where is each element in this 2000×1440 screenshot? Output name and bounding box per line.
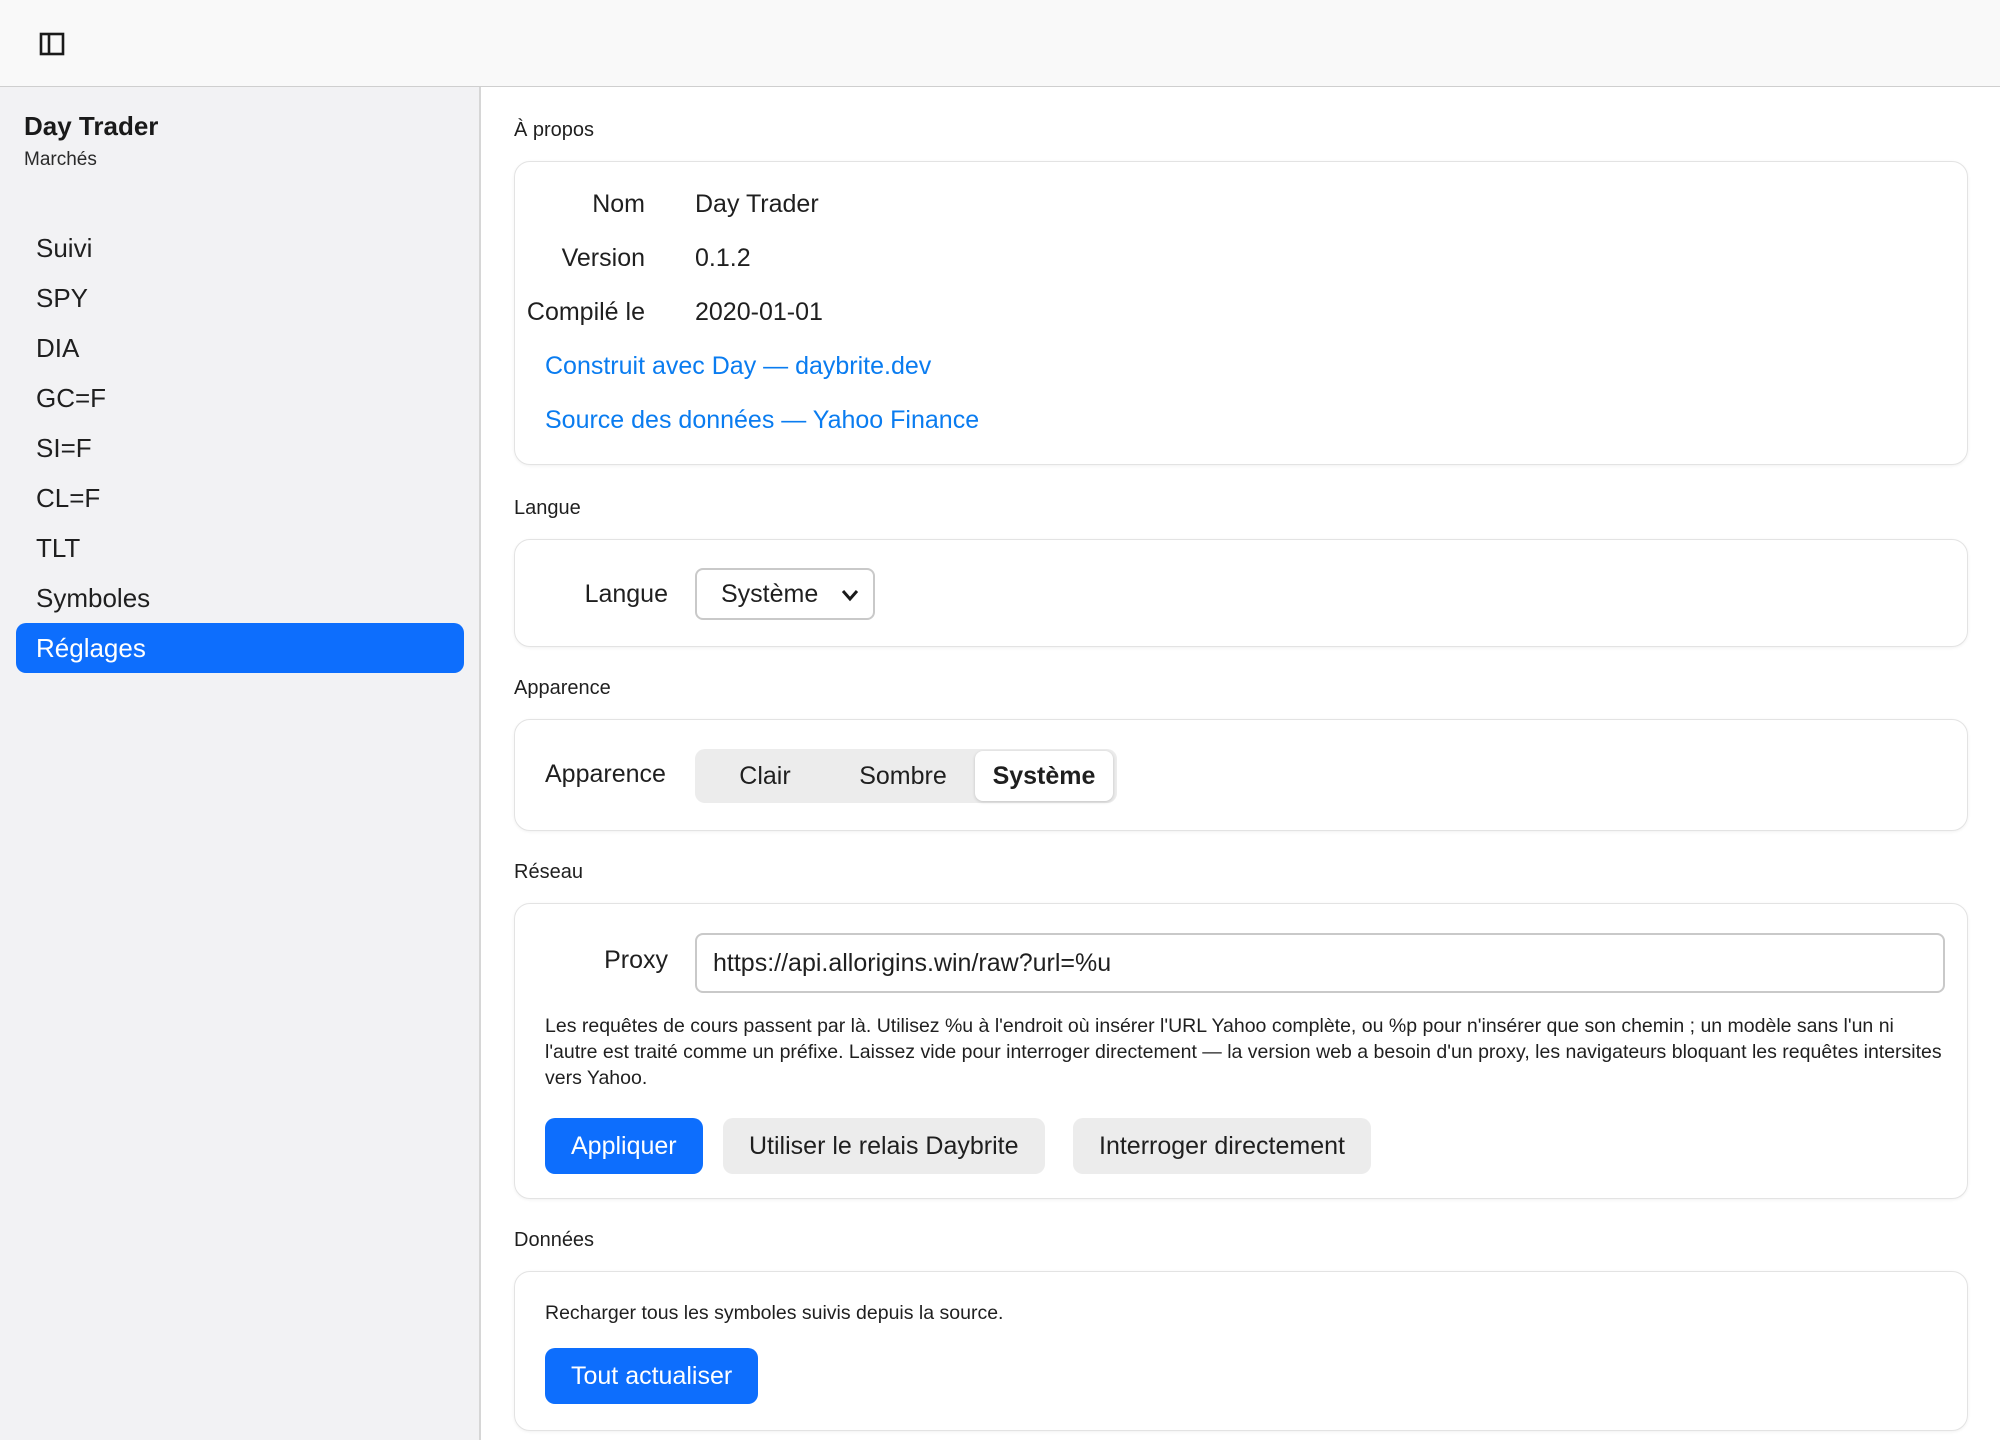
- appearance-section-label: Apparence: [514, 677, 611, 699]
- language-select[interactable]: Système: [695, 568, 875, 620]
- appearance-field-label: Apparence: [545, 760, 666, 788]
- appearance-option-light[interactable]: Clair: [697, 751, 833, 801]
- about-section-label: À propos: [514, 119, 595, 141]
- refresh-all-button[interactable]: Tout actualiser: [545, 1348, 759, 1404]
- app-subtitle: Marchés: [24, 149, 97, 170]
- language-card: Langue Système: [514, 539, 1968, 647]
- chevron-down-icon: [841, 590, 859, 602]
- language-field-label: Langue: [584, 580, 668, 608]
- about-version-row: Version 0.1.2: [515, 244, 1967, 276]
- appearance-segmented-control: Clair Sombre Système: [695, 749, 1117, 803]
- sidebar-item-symboles[interactable]: Symboles: [16, 573, 464, 623]
- language-select-value: Système: [721, 579, 819, 608]
- proxy-help-text: Les requêtes de cours passent par là. Ut…: [545, 1015, 1942, 1089]
- proxy-input[interactable]: [695, 933, 1945, 993]
- data-card: Recharger tous les symboles suivis depui…: [514, 1271, 1968, 1431]
- use-daybrite-relay-button[interactable]: Utiliser le relais Daybrite: [723, 1118, 1045, 1174]
- network-section-label: Réseau: [514, 861, 583, 883]
- top-toolbar: [0, 0, 2000, 87]
- sidebar-item-si-f[interactable]: SI=F: [16, 423, 464, 473]
- data-source-link[interactable]: Source des données — Yahoo Finance: [545, 406, 979, 435]
- sidebar-item-dia[interactable]: DIA: [16, 323, 464, 373]
- data-section-label: Données: [514, 1229, 595, 1251]
- appearance-option-dark[interactable]: Sombre: [835, 751, 971, 801]
- refresh-description: Recharger tous les symboles suivis depui…: [545, 1302, 1004, 1324]
- about-compiled-key: Compilé le: [526, 298, 645, 326]
- language-section-label: Langue: [514, 497, 581, 519]
- network-card: Proxy Les requêtes de cours passent par …: [514, 903, 1968, 1199]
- about-name-key: Nom: [592, 190, 645, 218]
- sidebar-item-suivi[interactable]: Suivi: [16, 223, 464, 273]
- proxy-field-label: Proxy: [604, 946, 668, 974]
- sidebar-item-spy[interactable]: SPY: [16, 273, 464, 323]
- appearance-card: Apparence Clair Sombre Système: [514, 719, 1968, 831]
- about-name-row: Nom Day Trader: [515, 190, 1967, 222]
- query-directly-button[interactable]: Interroger directement: [1073, 1118, 1371, 1174]
- appearance-option-system[interactable]: Système: [975, 751, 1113, 801]
- about-version-value: 0.1.2: [695, 244, 751, 272]
- app-title: Day Trader: [24, 111, 159, 141]
- about-compiled-row: Compilé le 2020-01-01: [515, 298, 1967, 330]
- about-name-value: Day Trader: [695, 190, 819, 218]
- built-with-link[interactable]: Construit avec Day — daybrite.dev: [545, 352, 931, 381]
- sidebar-item-gc-f[interactable]: GC=F: [16, 373, 464, 423]
- sidebar: Day Trader Marchés Suivi SPY DIA GC=F SI…: [0, 87, 481, 1440]
- sidebar-nav: Suivi SPY DIA GC=F SI=F CL=F TLT Symbole…: [16, 223, 464, 673]
- sidebar-item-reglages[interactable]: Réglages: [16, 623, 464, 673]
- sidebar-item-cl-f[interactable]: CL=F: [16, 473, 464, 523]
- sidebar-item-tlt[interactable]: TLT: [16, 523, 464, 573]
- about-card: Nom Day Trader Version 0.1.2 Compilé le …: [514, 161, 1968, 465]
- about-compiled-value: 2020-01-01: [695, 298, 823, 326]
- settings-main: À propos Nom Day Trader Version 0.1.2 Co…: [481, 87, 2000, 1440]
- sidebar-toggle-button[interactable]: [36, 28, 68, 60]
- sidebar-toggle-icon: [39, 32, 65, 56]
- about-version-key: Version: [561, 244, 645, 272]
- apply-proxy-button[interactable]: Appliquer: [545, 1118, 703, 1174]
